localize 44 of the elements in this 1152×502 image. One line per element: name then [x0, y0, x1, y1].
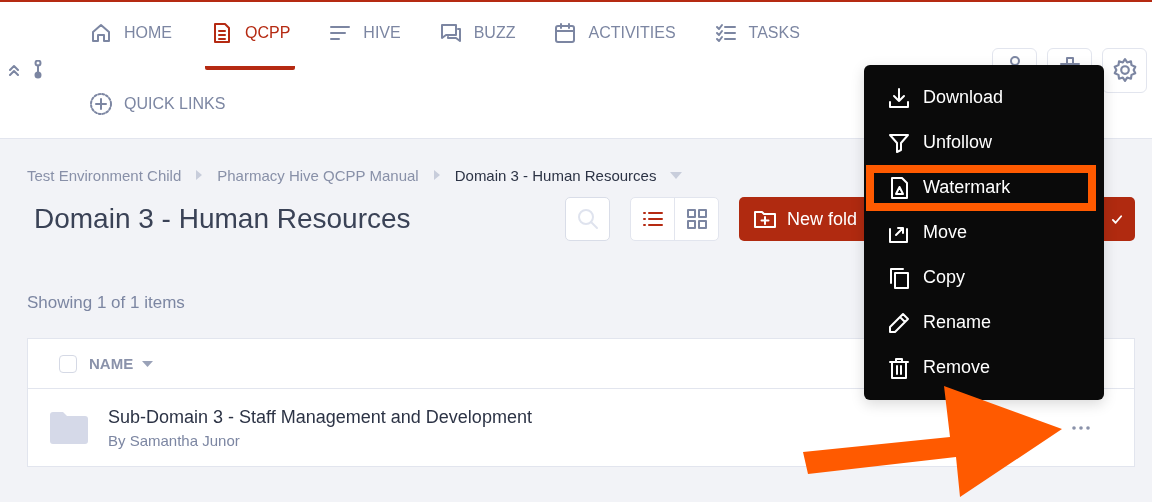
page-title: Domain 3 - Human Resources	[33, 203, 412, 235]
author-text: By Samantha Junor	[108, 431, 241, 449]
chevron-icon	[195, 169, 204, 181]
nav-tab[interactable]: HOME	[84, 2, 177, 70]
chevron-icon	[432, 169, 441, 181]
menu-item[interactable]: Copy	[874, 262, 1088, 293]
dropdown-caret-icon	[670, 171, 683, 179]
search-icon	[575, 207, 600, 231]
pencil-icon	[887, 310, 911, 335]
plus-circle-icon	[89, 92, 113, 116]
home-icon	[89, 21, 113, 45]
double-chevron-icon	[8, 64, 20, 76]
nav-tab[interactable]: QCPP	[205, 2, 296, 70]
check-icon	[1111, 213, 1123, 225]
nav-tab[interactable]: TASKS	[708, 2, 805, 70]
item-count: Showing 1 of 1 items	[27, 293, 186, 314]
nav-tab[interactable]: BUZZ	[433, 2, 521, 70]
folder-icon	[49, 410, 89, 445]
menu-item[interactable]: Watermark	[874, 172, 1088, 203]
menu-item[interactable]: Download	[874, 82, 1088, 113]
download-icon	[887, 85, 911, 110]
sort-caret-icon	[142, 360, 154, 367]
copy-icon	[887, 265, 911, 290]
settings-icon	[1111, 57, 1138, 83]
folder-name[interactable]: Sub-Domain 3 - Staff Management and Development	[108, 406, 532, 428]
checklist-icon	[713, 21, 738, 45]
menu-item[interactable]: Rename	[874, 307, 1088, 338]
calendar-icon	[553, 21, 578, 45]
breadcrumb-link[interactable]: Domain 3 - Human Resources	[454, 166, 657, 184]
node-icon	[32, 60, 44, 80]
grid-icon	[684, 207, 709, 231]
nav-tab[interactable]: HIVE	[323, 2, 406, 70]
trash-lid-icon	[1059, 55, 1080, 66]
quick-links-button[interactable]: QUICK LINKS	[84, 70, 805, 138]
more-icon[interactable]	[1072, 425, 1090, 430]
menu-item[interactable]: Move	[874, 217, 1088, 248]
trash-icon	[887, 355, 911, 380]
user-icon	[1008, 55, 1021, 66]
settings-button[interactable]	[1102, 47, 1147, 93]
menu-item[interactable]: Remove	[874, 352, 1088, 383]
chat-icon	[438, 21, 463, 45]
select-all-checkbox[interactable]	[59, 354, 77, 373]
nav-tab[interactable]: ACTIVITIES	[548, 2, 681, 70]
menu-item[interactable]: Unfollow	[874, 127, 1088, 158]
